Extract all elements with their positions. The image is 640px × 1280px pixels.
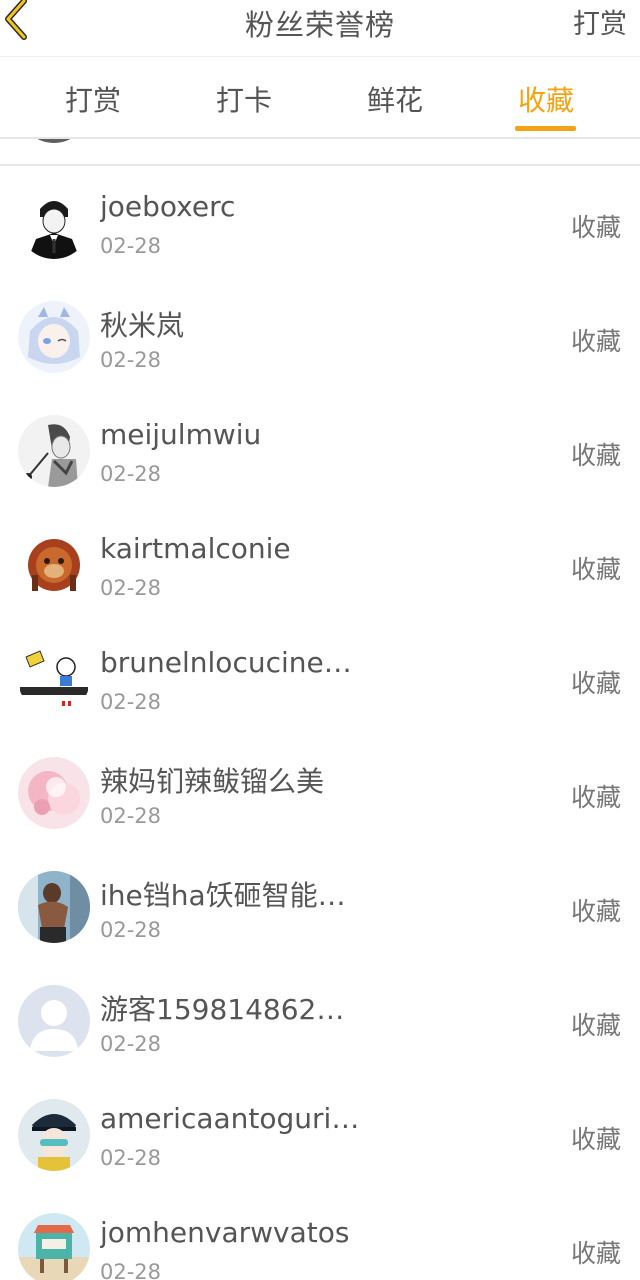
date-label: 02-28 <box>100 348 162 372</box>
date-label: 02-28 <box>100 1146 162 1170</box>
tab-favorites[interactable]: 收藏 <box>466 79 626 119</box>
avatar[interactable] <box>18 871 90 943</box>
active-tab-indicator <box>515 126 576 131</box>
tab-reward[interactable]: 打赏 <box>13 79 173 119</box>
action-label: 收藏 <box>570 327 621 356</box>
list-item[interactable]: joeboxerc 02-28 收藏 <box>0 166 640 282</box>
avatar[interactable] <box>18 757 90 829</box>
user-name: meijulmwiu <box>100 418 262 451</box>
user-name: ihe铛ha饫砸智能… <box>100 879 346 912</box>
date-label: 02-28 <box>100 804 162 828</box>
fan-list[interactable]: joeboxerc 02-28 收藏 秋米岚 02-28 收藏 meijulmw… <box>0 139 640 1280</box>
list-item[interactable]: meijulmwiu 02-28 收藏 <box>0 394 640 510</box>
reward-button[interactable]: 打赏 <box>573 2 627 41</box>
user-name: americaantoguri… <box>100 1102 360 1135</box>
tab-checkin[interactable]: 打卡 <box>164 79 324 119</box>
action-label: 收藏 <box>570 213 621 242</box>
date-label: 02-28 <box>100 576 162 600</box>
list-item[interactable]: ihe铛ha饫砸智能… 02-28 收藏 <box>0 850 640 966</box>
action-label: 收藏 <box>570 1125 621 1154</box>
user-name: kairtmalconie <box>100 532 291 565</box>
date-label: 02-28 <box>100 234 162 258</box>
avatar[interactable] <box>18 1213 90 1280</box>
tab-flowers[interactable]: 鲜花 <box>315 79 475 119</box>
user-name: 辣妈钔辣鲅镏么美 <box>100 765 325 798</box>
user-name: 秋米岚 <box>100 309 185 342</box>
action-label: 收藏 <box>570 441 621 470</box>
header-bar: 粉丝荣誉榜 打赏 <box>0 0 640 57</box>
avatar[interactable] <box>18 643 90 715</box>
avatar[interactable] <box>18 529 90 601</box>
user-name: 游客159814862… <box>100 993 345 1026</box>
date-label: 02-28 <box>100 1260 162 1280</box>
date-label: 02-28 <box>100 1032 162 1056</box>
avatar[interactable] <box>18 1099 90 1171</box>
list-item[interactable]: 辣妈钔辣鲅镏么美 02-28 收藏 <box>0 736 640 852</box>
date-label: 02-28 <box>100 690 162 714</box>
list-item[interactable]: jomhenvarwvatos 02-28 收藏 <box>0 1192 640 1280</box>
list-item[interactable]: americaantoguri… 02-28 收藏 <box>0 1078 640 1194</box>
action-label: 收藏 <box>570 669 621 698</box>
page: 粉丝荣誉榜 打赏 打赏 打卡 鲜花 收藏 joeboxerc 02-28 收藏 … <box>0 0 640 1280</box>
avatar <box>18 139 90 143</box>
avatar[interactable] <box>18 301 90 373</box>
action-label: 收藏 <box>570 1239 621 1268</box>
action-label: 收藏 <box>570 555 621 584</box>
user-name: jomhenvarwvatos <box>100 1216 350 1249</box>
avatar[interactable] <box>18 985 90 1057</box>
date-label: 02-28 <box>100 462 162 486</box>
action-label: 收藏 <box>570 783 621 812</box>
page-title: 粉丝荣誉榜 <box>244 8 395 42</box>
list-item[interactable]: brunelnlocucine… 02-28 收藏 <box>0 622 640 738</box>
list-item-partial <box>0 139 640 166</box>
tab-bar: 打赏 打卡 鲜花 收藏 <box>0 57 640 139</box>
list-item[interactable]: kairtmalconie 02-28 收藏 <box>0 508 640 624</box>
list-item[interactable]: 秋米岚 02-28 收藏 <box>0 280 640 396</box>
user-name: brunelnlocucine… <box>100 646 352 679</box>
list-item[interactable]: 游客159814862… 02-28 收藏 <box>0 964 640 1080</box>
avatar[interactable] <box>18 415 90 487</box>
avatar[interactable] <box>18 187 90 259</box>
date-label: 02-28 <box>100 918 162 942</box>
user-name: joeboxerc <box>100 190 236 223</box>
action-label: 收藏 <box>570 1011 621 1040</box>
action-label: 收藏 <box>570 897 621 926</box>
